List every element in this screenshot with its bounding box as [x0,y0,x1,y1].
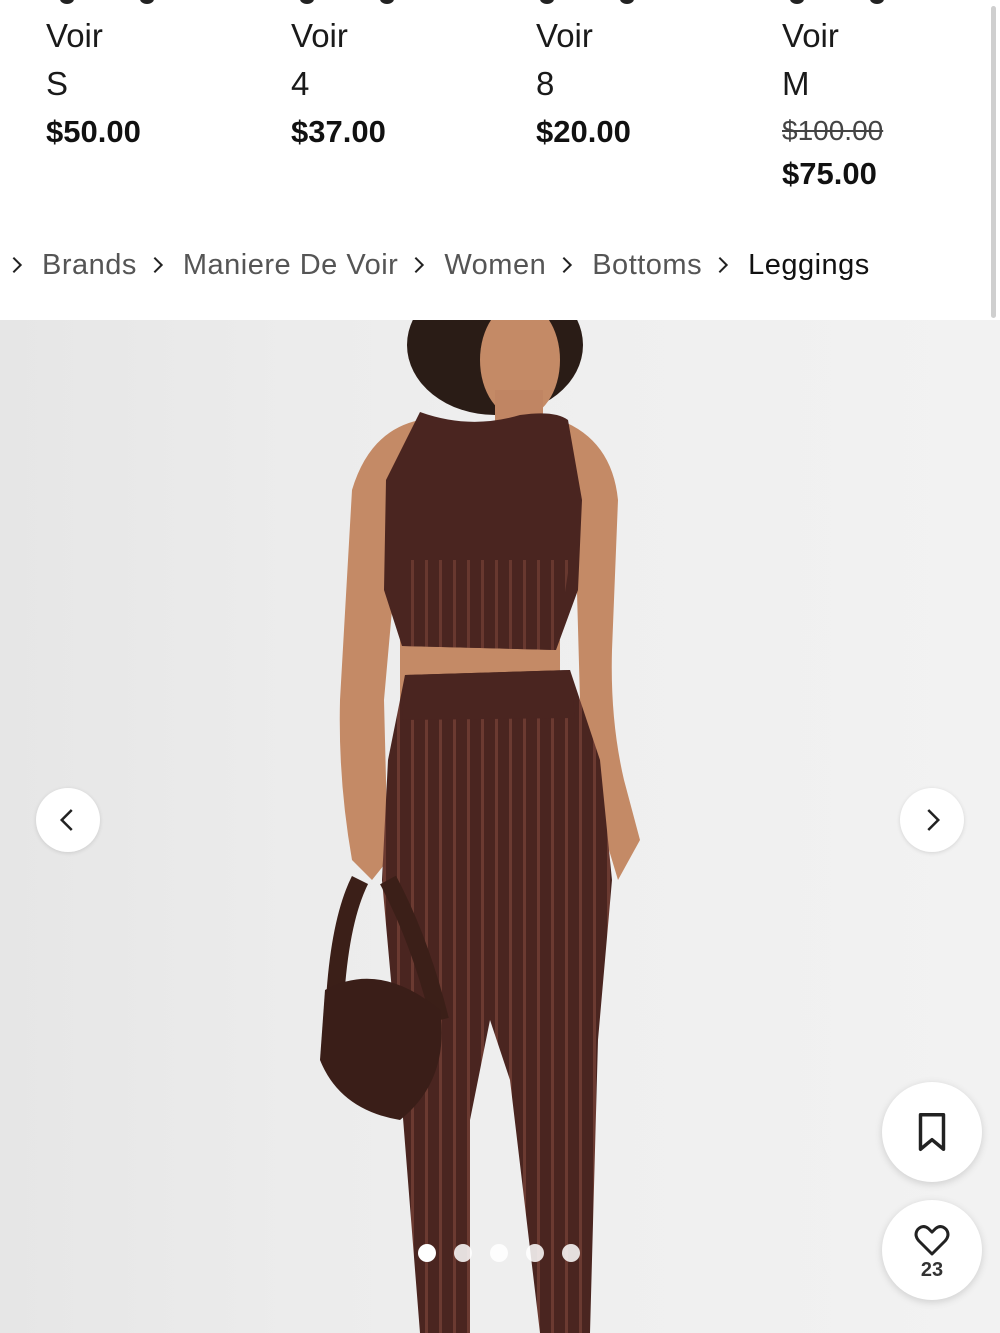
product-original-price: $100.00 [782,115,884,146]
product-size: 4 [291,65,310,102]
chevron-right-icon [6,254,28,276]
product-brand: Voir [536,17,593,54]
chevron-right-icon [556,254,578,276]
breadcrumb-label: Leggings [748,248,870,281]
pagination-dot[interactable] [418,1244,436,1262]
previous-image-button[interactable] [36,788,100,852]
product-card[interactable]: Voir 8 $20.00 [536,14,766,152]
related-products-strip: Voir S $50.00 Voir 4 $37.00 Voir 8 $20.0… [0,0,1000,215]
product-card[interactable]: Voir M $100.00 $75.00 [782,14,1000,194]
product-sale-price: $75.00 [782,156,877,191]
like-button[interactable]: 23 [882,1200,982,1300]
breadcrumb-item-women[interactable]: Women [398,249,546,282]
pagination-dot[interactable] [490,1244,508,1262]
chevron-left-icon [59,809,73,831]
breadcrumb-label: Brands [42,248,137,281]
product-card[interactable]: Voir S $50.00 [46,14,276,152]
image-pagination [418,1244,580,1262]
heart-icon [914,1224,950,1255]
product-photo [320,320,640,1333]
breadcrumb-label: Women [444,248,547,281]
chevron-right-icon [147,254,169,276]
product-size: M [782,65,810,102]
product-price: $50.00 [46,114,141,149]
product-image-gallery[interactable]: 23 [0,320,1000,1333]
product-brand: Voir [46,17,103,54]
breadcrumb: Brands Maniere De Voir Women Bottoms Leg… [0,240,870,290]
pagination-dot[interactable] [526,1244,544,1262]
breadcrumb-item-brands[interactable]: Brands [0,249,137,282]
product-price: $37.00 [291,114,386,149]
product-size: S [46,65,69,102]
chevron-right-icon [408,254,430,276]
bookmark-icon [918,1113,946,1151]
product-size: 8 [536,65,555,102]
next-image-button[interactable] [900,788,964,852]
chevron-right-icon [712,254,734,276]
breadcrumb-label: Maniere De Voir [182,248,399,281]
product-brand: Voir [782,17,839,54]
pagination-dot[interactable] [562,1244,580,1262]
like-count: 23 [920,1258,944,1281]
product-card[interactable]: Voir 4 $37.00 [291,14,521,152]
save-button[interactable] [882,1082,982,1182]
pagination-dot[interactable] [454,1244,472,1262]
product-brand: Voir [291,17,348,54]
breadcrumb-item-leggings[interactable]: Leggings [702,249,870,282]
scrollbar[interactable] [991,6,996,318]
chevron-right-icon [927,809,941,831]
breadcrumb-item-brand[interactable]: Maniere De Voir [137,249,398,282]
breadcrumb-label: Bottoms [592,248,703,281]
product-price: $20.00 [536,114,631,149]
breadcrumb-item-bottoms[interactable]: Bottoms [546,249,702,282]
